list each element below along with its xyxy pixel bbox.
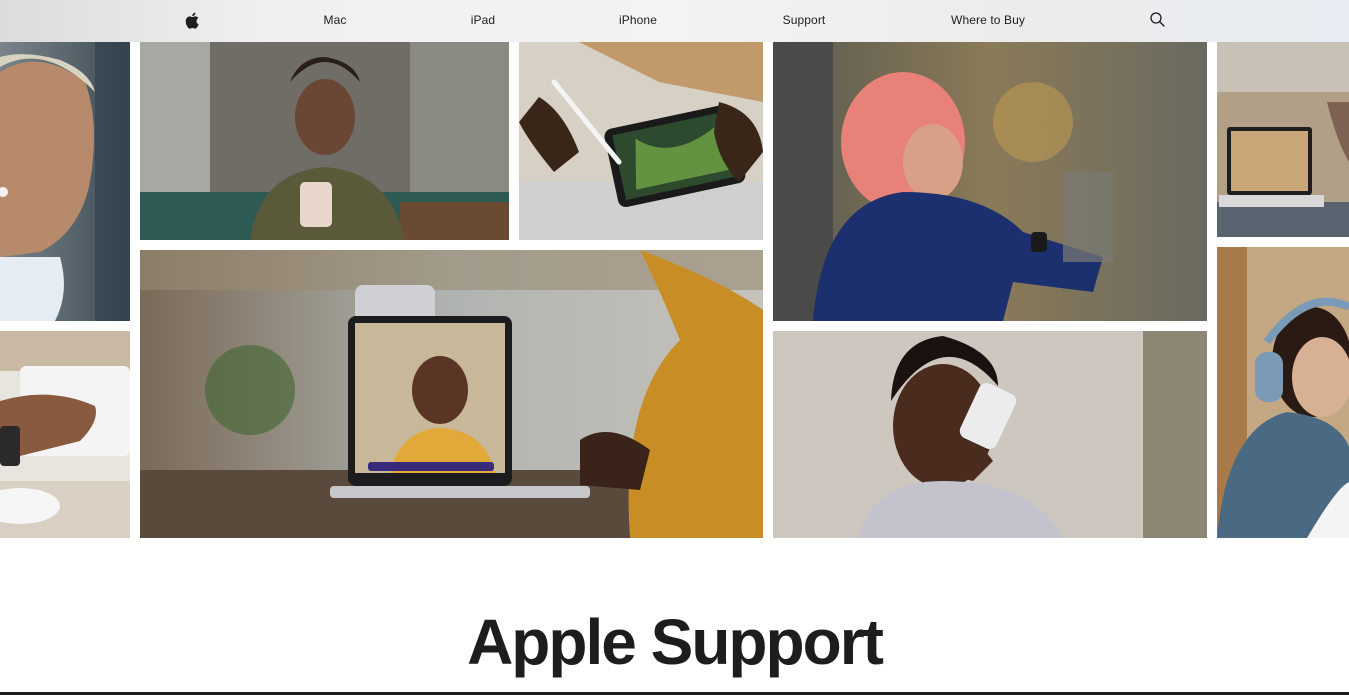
hero-image-macbook-desk	[1217, 42, 1349, 237]
hero-image-man-iphone-call	[773, 331, 1207, 538]
nav-link-ipad[interactable]: iPad	[466, 0, 500, 42]
global-nav: Mac iPad iPhone Support Where to Buy	[0, 0, 1349, 42]
hero-image-woman-iphone	[140, 42, 509, 240]
hero-image-man-airpods	[0, 42, 130, 321]
hero-image-woman-apple-watch	[773, 42, 1207, 321]
page-title: Apple Support	[467, 606, 884, 678]
hero-image-woman-airpods-max	[1217, 247, 1349, 538]
hero-image-ipad-pencil	[519, 42, 763, 240]
hero-image-facetime-macbook	[140, 250, 763, 538]
hero-image-hand-apple-watch	[0, 331, 130, 538]
nav-link-mac[interactable]: Mac	[318, 0, 352, 42]
nav-link-support[interactable]: Support	[776, 0, 832, 42]
search-icon[interactable]	[1148, 0, 1166, 42]
nav-link-iphone[interactable]: iPhone	[614, 0, 662, 42]
nav-link-where-to-buy[interactable]: Where to Buy	[944, 0, 1032, 42]
apple-logo-icon[interactable]	[183, 0, 201, 42]
